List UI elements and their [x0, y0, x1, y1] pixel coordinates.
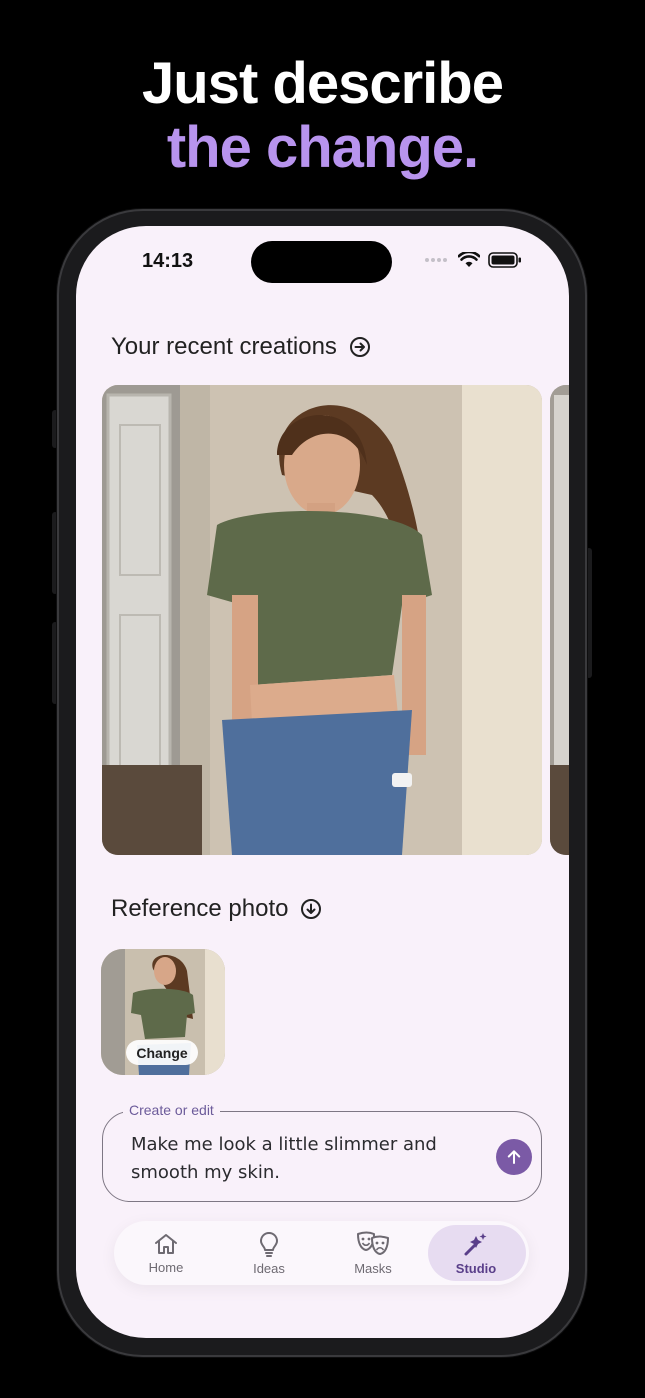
wifi-icon	[458, 252, 480, 267]
recent-creation-image[interactable]	[102, 385, 542, 855]
prompt-input[interactable]: Create or edit Make me look a little sli…	[102, 1102, 542, 1202]
status-time: 14:13	[142, 250, 194, 272]
battery-icon	[488, 252, 521, 268]
tab-home-label: Home	[148, 1259, 184, 1275]
dynamic-island	[251, 241, 392, 283]
tab-home[interactable]: Home	[118, 1221, 214, 1285]
creation-photo	[102, 385, 542, 855]
headline-line-2: the change.	[166, 115, 479, 180]
recent-creations-title: Your recent creations	[111, 333, 337, 360]
reference-photo-header[interactable]: Reference photo	[111, 895, 322, 923]
tab-masks[interactable]: Masks	[325, 1221, 421, 1285]
tab-ideas[interactable]: Ideas	[221, 1221, 317, 1285]
send-button[interactable]	[496, 1139, 532, 1175]
status-icons	[424, 252, 522, 268]
next-creation-photo	[550, 385, 569, 855]
tab-studio-label: Studio	[455, 1260, 497, 1276]
app-screen: 14:13 Your recent creations Reference ph…	[76, 226, 569, 1338]
tab-studio[interactable]: Studio	[428, 1221, 526, 1285]
lightbulb-icon	[260, 1231, 278, 1257]
prompt-text[interactable]: Make me look a little slimmer and smooth…	[131, 1131, 451, 1187]
tab-ideas-label: Ideas	[253, 1260, 285, 1276]
arrow-down-circle-icon[interactable]	[300, 898, 322, 920]
masks-icon	[357, 1231, 389, 1255]
reference-photo-title: Reference photo	[111, 895, 289, 922]
tab-masks-label: Masks	[354, 1260, 392, 1276]
prompt-label: Create or edit	[123, 1102, 220, 1118]
headline-line-1: Just describe	[142, 51, 504, 116]
marketing-headline: Just describe the change.	[0, 52, 645, 180]
change-photo-button[interactable]: Change	[126, 1040, 198, 1065]
arrow-right-circle-icon[interactable]	[349, 336, 371, 358]
next-creation-peek[interactable]	[550, 385, 569, 855]
recent-creations-header[interactable]: Your recent creations	[111, 333, 371, 361]
magic-wand-icon	[464, 1232, 487, 1255]
home-icon	[155, 1233, 177, 1254]
reference-photo-thumbnail[interactable]: Change	[101, 949, 225, 1075]
arrow-up-icon	[507, 1150, 521, 1164]
signal-icon	[425, 258, 447, 262]
bottom-tab-bar: Home Ideas Masks Studio	[114, 1221, 529, 1285]
